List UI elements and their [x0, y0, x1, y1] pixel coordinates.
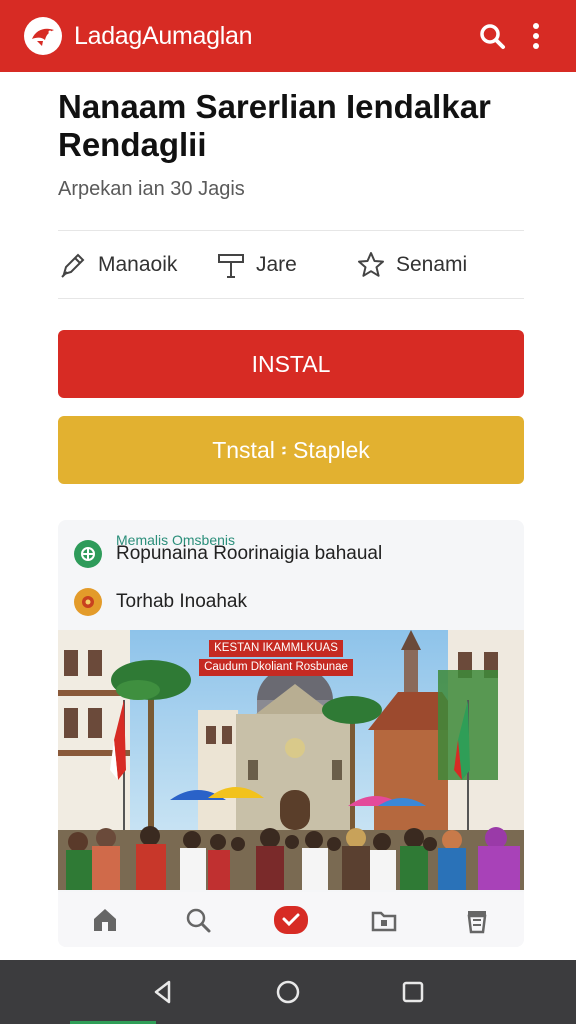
orange-emblem-icon — [74, 588, 102, 616]
action-edit[interactable]: Manaoik — [58, 250, 216, 280]
nav-files[interactable] — [362, 898, 406, 942]
action-share-label: Jare — [256, 253, 297, 276]
action-share[interactable]: Jare — [216, 250, 356, 280]
action-row: Manaoik Jare Senami — [58, 244, 524, 286]
home-circle-icon — [276, 980, 300, 1004]
nav-check[interactable] — [269, 898, 313, 942]
back-icon — [154, 980, 170, 1004]
search-button[interactable] — [470, 14, 514, 58]
bird-logo-icon — [24, 17, 62, 55]
page-subtitle: Arpekan ian 30 Jagis — [58, 178, 245, 200]
action-edit-label: Manaoik — [98, 253, 178, 276]
card-bottom-nav — [58, 892, 524, 947]
more-vert-icon — [533, 23, 539, 49]
nav-search[interactable] — [176, 898, 220, 942]
info-row[interactable]: Ropunaina Roorinaigia bahaual — [74, 540, 382, 568]
page-title: Nanaam Sarerlian Iendalkar Rendaglii — [58, 88, 491, 163]
info-row[interactable]: Torhab Inoahak — [74, 588, 247, 616]
green-emblem-icon — [74, 540, 102, 568]
event-banner: KESTAN IKAMMLKUAS Caudum Dkoliant Rosbun… — [178, 638, 374, 680]
action-favorite-label: Senami — [396, 253, 468, 276]
home-icon — [93, 908, 116, 931]
check-icon — [273, 905, 308, 934]
pencil-icon — [61, 253, 85, 278]
star-icon — [358, 252, 384, 277]
nav-trash[interactable] — [455, 898, 499, 942]
system-recents-button[interactable] — [389, 968, 437, 1016]
app-bar: LadagAumaglan — [0, 0, 576, 72]
nav-home[interactable] — [83, 898, 127, 942]
app-title: LadagAumaglan — [74, 21, 253, 50]
illustration: KESTAN IKAMMLKUAS Caudum Dkoliant Rosbun… — [58, 630, 524, 890]
folder-icon — [371, 911, 397, 931]
trash-icon — [467, 910, 487, 933]
banner-line-2: Caudum Dkoliant Rosbunae — [199, 659, 353, 676]
recents-icon — [403, 981, 424, 1003]
system-back-button[interactable] — [139, 968, 187, 1016]
info-row-text: Ropunaina Roorinaigia bahaual — [116, 543, 383, 564]
system-nav-bar — [0, 960, 576, 1024]
search-icon — [480, 24, 505, 49]
overflow-menu-button[interactable] — [514, 14, 558, 58]
system-home-button[interactable] — [264, 968, 312, 1016]
divider — [58, 298, 524, 299]
install-secondary-button[interactable]: Tnstal ፡ Staplek — [58, 416, 524, 484]
info-row-text: Torhab Inoahak — [116, 591, 247, 612]
content-card: Memalis Omsbenis Ropunaina Roorinaigia b… — [58, 520, 524, 947]
divider — [58, 230, 524, 231]
app-screen: LadagAumaglan Nanaam Sarerlian Iendalkar… — [0, 0, 576, 1024]
banner-line-1: KESTAN IKAMMLKUAS — [209, 640, 343, 657]
action-favorite[interactable]: Senami — [356, 250, 467, 280]
search-icon — [186, 908, 211, 932]
install-button[interactable]: INSTAL — [58, 330, 524, 398]
signpost-icon — [218, 254, 244, 278]
